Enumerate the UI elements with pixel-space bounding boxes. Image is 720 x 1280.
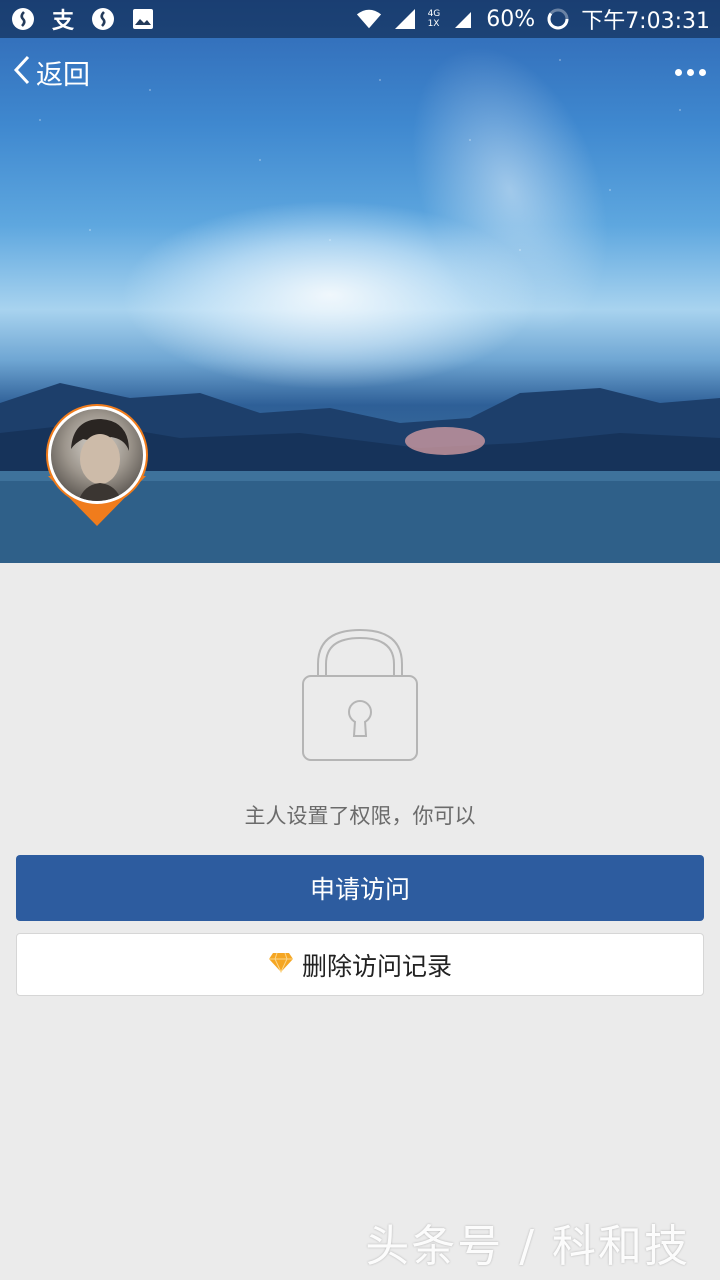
- back-button[interactable]: 返回: [0, 53, 90, 92]
- clock: 下午7:03:31: [581, 9, 710, 34]
- music-app-icon-2: [90, 6, 116, 32]
- more-dot-icon: [699, 68, 706, 76]
- image-icon: [130, 6, 156, 32]
- more-options-button[interactable]: [675, 68, 720, 76]
- signal-icon: [392, 6, 418, 32]
- sky-glow-decoration: [120, 200, 540, 390]
- battery-percent: 60%: [486, 6, 536, 32]
- wifi-icon: [356, 6, 382, 32]
- status-bar: 支 4G 1X 60% 下午7:03:31: [0, 0, 720, 38]
- lock-icon: [302, 628, 418, 761]
- more-dot-icon: [687, 68, 694, 76]
- alipay-icon: 支: [51, 9, 74, 34]
- signal-icon-2: [450, 6, 476, 32]
- network-type-bottom: 1X: [427, 19, 440, 29]
- request-access-button[interactable]: 申请访问: [16, 855, 704, 921]
- delete-records-label: 删除访问记录: [301, 951, 452, 981]
- diamond-icon: [268, 950, 294, 979]
- permission-message: 主人设置了权限，你可以: [244, 804, 476, 828]
- top-nav: 返回: [0, 44, 720, 100]
- music-app-icon: [10, 6, 36, 32]
- chevron-left-icon: [12, 54, 32, 90]
- more-dot-icon: [675, 68, 682, 76]
- profile-avatar[interactable]: [44, 404, 150, 528]
- delete-records-button[interactable]: 删除访问记录: [16, 933, 704, 996]
- network-type-top: 4G: [427, 9, 441, 19]
- network-type-indicator: 4G 1X: [428, 9, 441, 29]
- back-label: 返回: [36, 59, 90, 91]
- battery-ring-icon: [545, 6, 571, 32]
- watermark: 头条号 / 科和技: [365, 1221, 690, 1272]
- request-access-label: 申请访问: [309, 875, 410, 904]
- avatar: [48, 406, 146, 504]
